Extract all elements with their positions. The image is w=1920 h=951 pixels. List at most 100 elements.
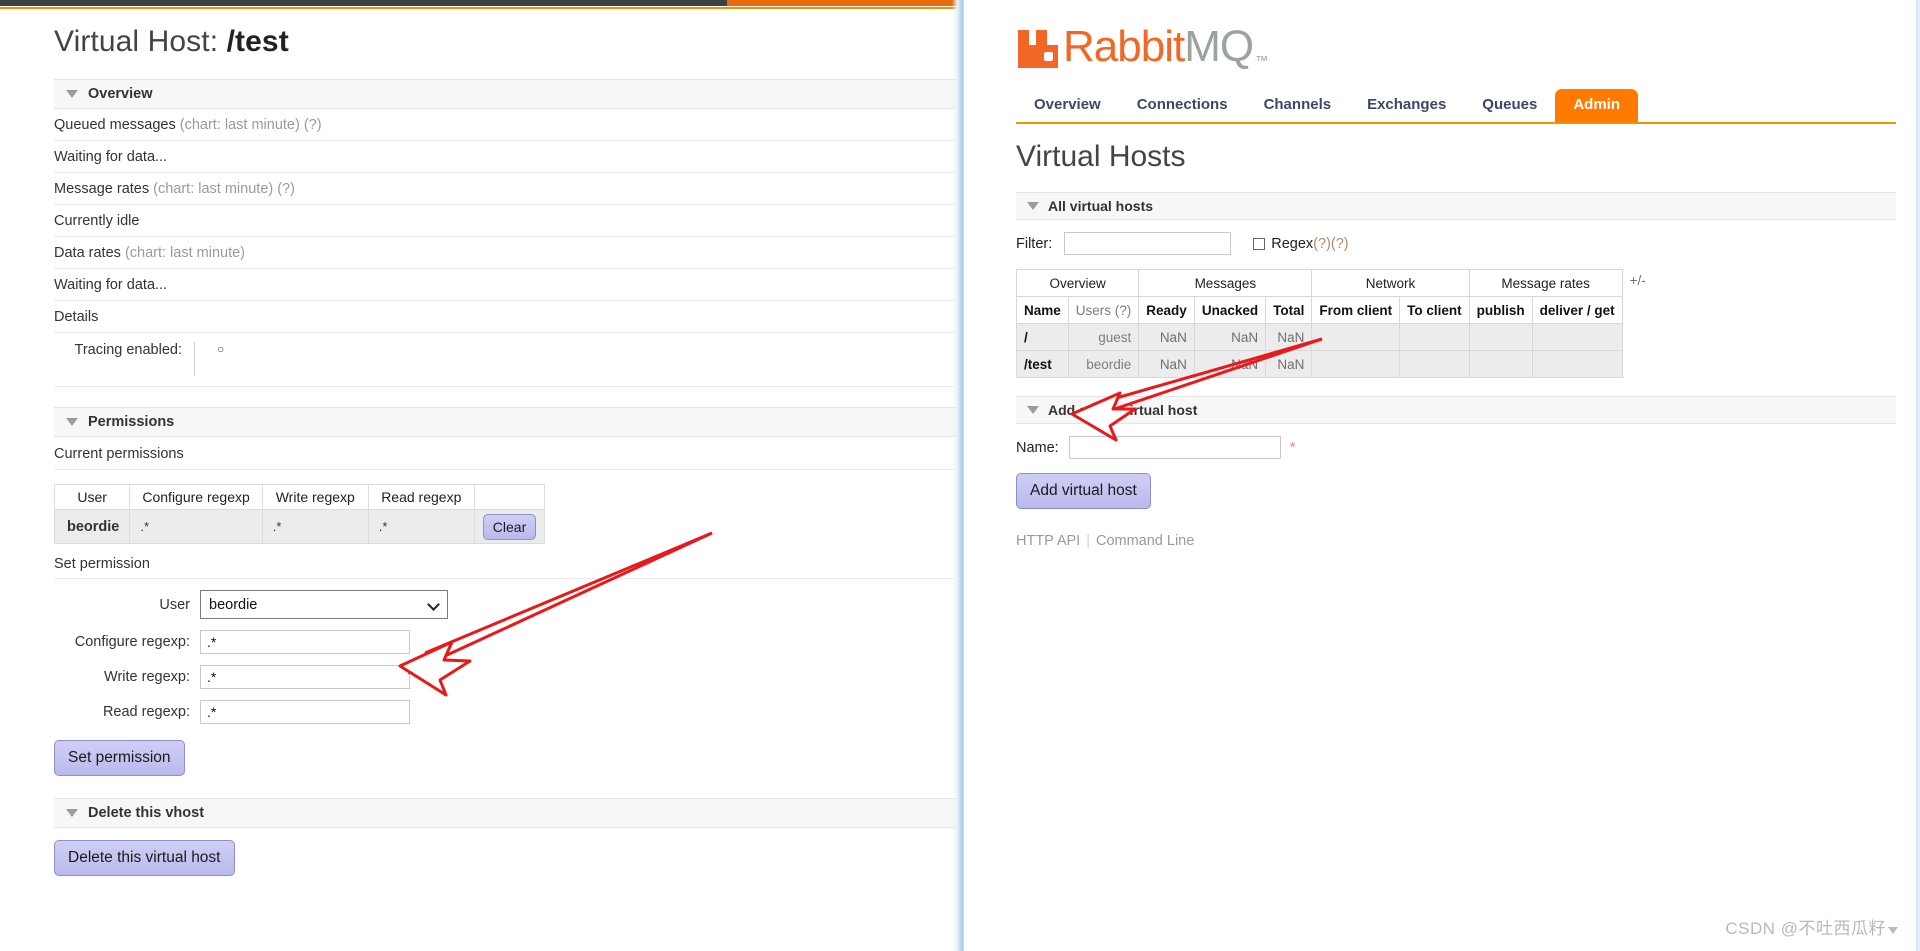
set-permission-button-wrap: Set permission [54, 740, 959, 776]
logo-trademark: ™ [1255, 53, 1269, 68]
col-write-regexp: Write regexp [261, 484, 369, 510]
table-header-row: User Configure regexp Write regexp Read … [53, 484, 546, 510]
col-ready[interactable]: Ready [1138, 296, 1195, 324]
regex-checkbox[interactable] [1253, 237, 1266, 250]
section-overview-header[interactable]: Overview [54, 79, 959, 109]
cell-deliver-get [1531, 350, 1623, 378]
tab-channels[interactable]: Channels [1246, 90, 1350, 122]
set-permission-button[interactable]: Set permission [54, 740, 185, 776]
cell-ready: NaN [1138, 350, 1195, 378]
cell-publish [1468, 323, 1533, 351]
queued-messages-status: Waiting for data... [54, 141, 959, 173]
col-to-client[interactable]: To client [1399, 296, 1470, 324]
current-permissions-label: Current permissions [54, 437, 959, 470]
filter-label: Filter: [1016, 235, 1053, 252]
clear-permission-button[interactable]: Clear [482, 513, 537, 540]
set-permission-divider [54, 578, 959, 579]
set-permission-read-row: Read regexp: .* [0, 700, 959, 724]
chevron-down-icon [427, 598, 440, 611]
new-vhost-name-row: Name: * [1016, 436, 1920, 459]
table-row[interactable]: / guest NaN NaN NaN [1016, 323, 1654, 351]
vertical-scrollbar[interactable] [1916, 0, 1920, 951]
footer-divider: | [1086, 533, 1090, 549]
col-deliver-get[interactable]: deliver / get [1531, 296, 1623, 324]
col-actions [473, 484, 546, 510]
configure-regexp-label: Configure regexp: [74, 634, 190, 650]
cell-unacked: NaN [1193, 323, 1267, 351]
tab-connections[interactable]: Connections [1119, 90, 1246, 122]
read-regexp-input[interactable]: .* [200, 700, 410, 724]
top-nav-strip [0, 0, 959, 13]
active-browser-tab-highlight [727, 0, 959, 6]
set-permission-write-row: Write regexp: .* [0, 665, 959, 689]
virtual-hosts-title: Virtual Hosts [1016, 140, 1186, 173]
caret-down-icon [1888, 927, 1898, 934]
tab-overview[interactable]: Overview [1016, 90, 1119, 122]
cell-name[interactable]: / [1016, 323, 1069, 351]
set-permission-configure-row: Configure regexp: .* [0, 630, 959, 654]
data-rates-note: (chart: last minute) [124, 245, 246, 261]
user-select[interactable]: beordie [200, 590, 448, 619]
col-name[interactable]: Name [1016, 296, 1069, 324]
table-row[interactable]: /test beordie NaN NaN NaN [1016, 350, 1654, 378]
tab-exchanges[interactable]: Exchanges [1349, 90, 1464, 122]
details-label: Details [54, 301, 959, 333]
col-publish[interactable]: publish [1468, 296, 1533, 324]
watermark-text: CSDN @不吐西瓜籽 [1725, 919, 1886, 938]
tracing-enabled-row: Tracing enabled: ○ [54, 333, 959, 387]
delete-virtual-host-button[interactable]: Delete this virtual host [54, 840, 235, 876]
page-title: Virtual Host: /test [54, 25, 959, 59]
current-permissions-table: User Configure regexp Write regexp Read … [53, 484, 546, 544]
tab-admin[interactable]: Admin [1555, 89, 1638, 122]
write-regexp-input[interactable]: .* [200, 665, 410, 689]
cell-configure: .* [129, 509, 263, 544]
section-delete-vhost-label: Delete this vhost [88, 805, 205, 821]
section-delete-vhost-header[interactable]: Delete this vhost [54, 798, 959, 828]
queued-messages-row: Queued messages (chart: last minute) (?) [54, 109, 959, 141]
section-permissions-header[interactable]: Permissions [54, 407, 959, 437]
cell-write: .* [261, 509, 369, 544]
section-add-vhost-header[interactable]: Add a new virtual host [1016, 396, 1896, 424]
message-rates-row: Message rates (chart: last minute) (?) [54, 173, 959, 205]
user-select-value: beordie [209, 596, 258, 613]
add-virtual-host-button[interactable]: Add virtual host [1016, 473, 1151, 509]
filter-input[interactable] [1064, 232, 1232, 255]
group-message-rates: Message rates [1468, 269, 1623, 297]
col-unacked[interactable]: Unacked [1193, 296, 1267, 324]
cell-read: .* [367, 509, 475, 544]
new-vhost-name-input[interactable] [1068, 436, 1281, 459]
cell-name[interactable]: /test [1016, 350, 1069, 378]
command-line-link[interactable]: Command Line [1096, 533, 1194, 549]
read-regexp-label: Read regexp: [102, 704, 190, 720]
table-group-header-row: Overview Messages Network Message rates … [1015, 269, 1654, 297]
section-add-vhost-label: Add a new virtual host [1048, 402, 1198, 418]
triangle-down-icon [66, 418, 78, 426]
tab-queues[interactable]: Queues [1464, 90, 1555, 122]
configure-regexp-input[interactable]: .* [200, 630, 410, 654]
col-users[interactable]: Users (?) [1067, 296, 1140, 324]
footer-links: HTTP API | Command Line [1016, 533, 1920, 549]
screenshot-root: Virtual Host: /test Overview Queued mess… [0, 0, 1920, 951]
filter-row: Filter: Regex (?)(?) [1016, 232, 1920, 255]
section-all-virtual-hosts-header[interactable]: All virtual hosts [1016, 192, 1896, 220]
col-total[interactable]: Total [1265, 296, 1313, 324]
column-toggle-button[interactable]: +/- [1622, 269, 1654, 297]
data-rates-row: Data rates (chart: last minute) [54, 237, 959, 269]
regex-help-icon[interactable]: (?)(?) [1313, 236, 1348, 252]
section-permissions-label: Permissions [88, 414, 175, 430]
left-browser-pane: Virtual Host: /test Overview Queued mess… [0, 0, 959, 951]
cell-total: NaN [1265, 323, 1313, 351]
section-overview-label: Overview [88, 86, 153, 102]
http-api-link[interactable]: HTTP API [1016, 533, 1080, 549]
col-configure-regexp: Configure regexp [129, 484, 263, 510]
set-permission-user-row: User beordie [0, 590, 959, 619]
message-rates-note: (chart: last minute) (?) [153, 181, 295, 197]
rabbitmq-mark-icon [1016, 26, 1060, 68]
col-from-client[interactable]: From client [1311, 296, 1401, 324]
pane-divider [952, 0, 964, 951]
regex-label: Regex [1271, 235, 1314, 252]
cell-from-client [1311, 323, 1401, 351]
rabbitmq-logo[interactable]: Rabbit MQ ™ [1016, 12, 1920, 69]
message-rates-status: Currently idle [54, 205, 959, 237]
tracing-enabled-value: ○ [194, 342, 224, 376]
